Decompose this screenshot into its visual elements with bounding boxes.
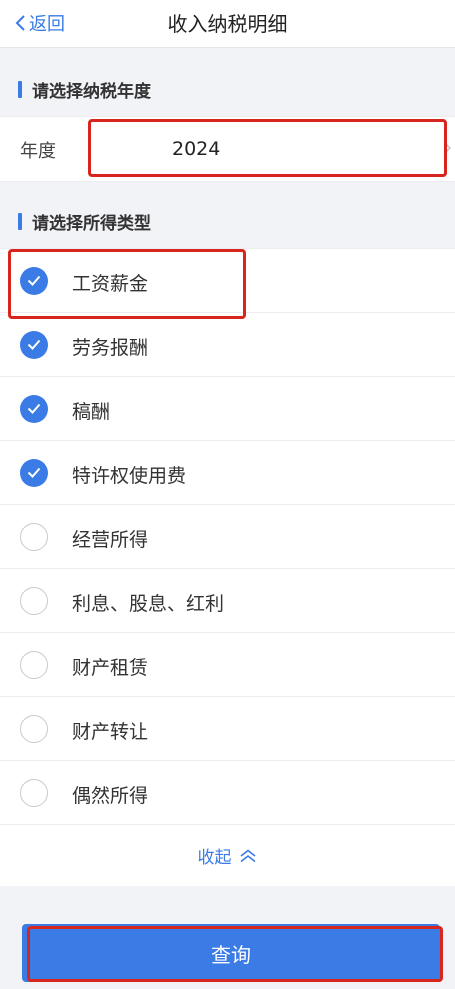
year-label: 年度 [20,141,56,162]
income-type-label: 经营所得 [72,529,149,551]
income-type-item[interactable]: 利息、股息、红利 [0,568,455,632]
income-type-label: 财产租赁 [72,657,149,679]
income-type-item[interactable]: 经营所得 [0,504,455,568]
income-type-label: 劳务报酬 [72,337,149,359]
unchecked-circle-icon[interactable] [20,651,48,679]
type-section-title: 请选择所得类型 [32,213,151,234]
unchecked-circle-icon[interactable] [20,587,48,615]
checked-circle-icon[interactable] [20,459,48,487]
nav-bar: 返回 收入纳税明细 [0,0,455,48]
income-type-item[interactable]: 稿酬 [0,376,455,440]
income-type-item[interactable]: 特许权使用费 [0,440,455,504]
checked-circle-icon[interactable] [20,395,48,423]
income-type-label: 偶然所得 [72,785,149,807]
year-value[interactable]: 2024 [172,138,220,160]
unchecked-circle-icon[interactable] [20,715,48,743]
year-section-header: 请选择纳税年度 [0,64,455,114]
query-button[interactable]: 查询 [22,924,440,982]
collapse-label: 收起 [197,848,232,868]
section-marker [18,212,22,230]
income-type-label: 财产转让 [72,721,149,743]
income-type-label: 利息、股息、红利 [72,593,225,615]
income-type-item[interactable]: 财产转让 [0,696,455,760]
income-type-item[interactable]: 财产租赁 [0,632,455,696]
double-chevron-up-icon [240,848,255,862]
checked-circle-icon[interactable] [20,331,48,359]
income-type-item[interactable]: 工资薪金 [0,248,455,312]
unchecked-circle-icon[interactable] [20,523,48,551]
income-type-label: 特许权使用费 [72,465,187,487]
year-section-title: 请选择纳税年度 [32,81,151,102]
income-type-label: 工资薪金 [72,273,149,295]
section-marker [18,80,22,98]
checked-circle-icon[interactable] [20,267,48,295]
chevron-right-icon [443,141,451,155]
year-selector-row[interactable]: 年度 2024 [0,116,455,182]
collapse-button[interactable]: 收起 [0,824,455,886]
income-type-label: 稿酬 [72,401,111,423]
unchecked-circle-icon[interactable] [20,779,48,807]
type-section-header: 请选择所得类型 [0,196,455,246]
income-type-item[interactable]: 偶然所得 [0,760,455,824]
income-type-list: 工资薪金 劳务报酬 稿酬 特许权使用费 经营所得 利息、股息、红利 财产租赁 财… [0,248,455,886]
page-title: 收入纳税明细 [167,12,288,36]
income-type-item[interactable]: 劳务报酬 [0,312,455,376]
